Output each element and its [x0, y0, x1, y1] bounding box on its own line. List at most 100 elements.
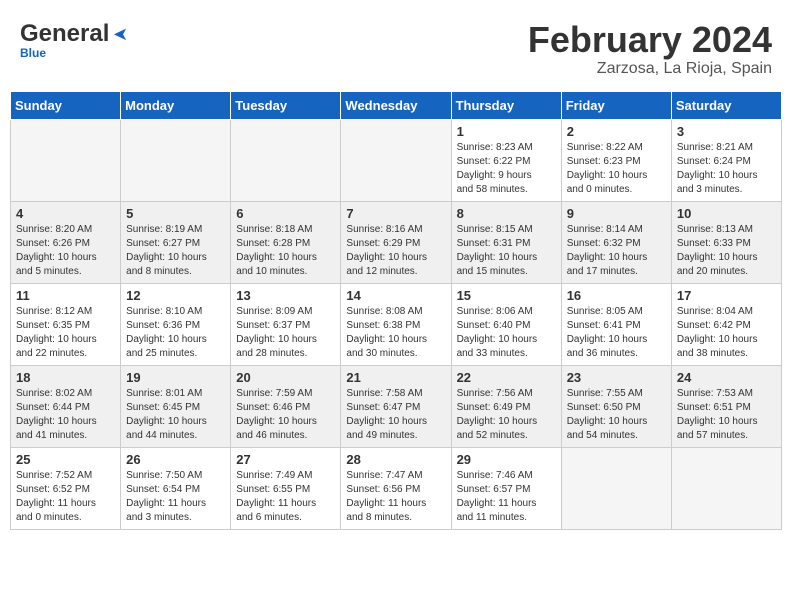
day-number: 21 — [346, 370, 445, 385]
day-number: 6 — [236, 206, 335, 221]
calendar-cell-4-6 — [671, 447, 781, 529]
weekday-header-sunday: Sunday — [11, 91, 121, 119]
day-info: Sunrise: 7:52 AMSunset: 6:52 PMDaylight:… — [16, 469, 115, 525]
day-number: 24 — [677, 370, 776, 385]
day-info: Sunrise: 8:13 AMSunset: 6:33 PMDaylight:… — [677, 223, 776, 279]
calendar-cell-2-5: 16Sunrise: 8:05 AMSunset: 6:41 PMDayligh… — [561, 283, 671, 365]
calendar-cell-1-3: 7 Sunrise: 8:16 AMSunset: 6:29 PMDaylight… — [341, 201, 451, 283]
weekday-header-thursday: Thursday — [451, 91, 561, 119]
day-number: 19 — [126, 370, 225, 385]
calendar-cell-3-6: 24 Sunrise: 7:53 AMSunset: 6:51 PMDayligh… — [671, 365, 781, 447]
calendar-cell-0-4: 1 Sunrise: 8:23 AMSunset: 6:22 PMDaylight… — [451, 119, 561, 201]
day-info: Sunrise: 8:02 AMSunset: 6:44 PMDaylight:… — [16, 387, 115, 443]
calendar-cell-2-3: 14 Sunrise: 8:08 AMSunset: 6:38 PMDayligh… — [341, 283, 451, 365]
day-info: Sunrise: 8:10 AMSunset: 6:36 PMDaylight:… — [126, 305, 225, 361]
day-number: 23 — [567, 370, 666, 385]
calendar-cell-0-1 — [121, 119, 231, 201]
calendar-cell-3-4: 22Sunrise: 7:56 AMSunset: 6:49 PMDayligh… — [451, 365, 561, 447]
calendar-cell-1-4: 8 Sunrise: 8:15 AMSunset: 6:31 PMDaylight… — [451, 201, 561, 283]
calendar-cell-4-3: 28 Sunrise: 7:47 AMSunset: 6:56 PMDayligh… — [341, 447, 451, 529]
calendar-cell-2-2: 13 Sunrise: 8:09 AMSunset: 6:37 PMDayligh… — [231, 283, 341, 365]
calendar-cell-3-0: 18 Sunrise: 8:02 AMSunset: 6:44 PMDayligh… — [11, 365, 121, 447]
calendar-cell-4-2: 27 Sunrise: 7:49 AMSunset: 6:55 PMDayligh… — [231, 447, 341, 529]
calendar-cell-0-6: 3Sunrise: 8:21 AMSunset: 6:24 PMDaylight… — [671, 119, 781, 201]
day-info: Sunrise: 8:20 AMSunset: 6:26 PMDaylight:… — [16, 223, 115, 279]
day-number: 27 — [236, 452, 335, 467]
weekday-header-friday: Friday — [561, 91, 671, 119]
weekday-header-row: SundayMondayTuesdayWednesdayThursdayFrid… — [11, 91, 782, 119]
calendar-cell-4-4: 29Sunrise: 7:46 AMSunset: 6:57 PMDayligh… — [451, 447, 561, 529]
calendar-week-3: 18 Sunrise: 8:02 AMSunset: 6:44 PMDayligh… — [11, 365, 782, 447]
day-info: Sunrise: 8:23 AMSunset: 6:22 PMDaylight:… — [457, 141, 556, 197]
calendar-week-1: 4 Sunrise: 8:20 AMSunset: 6:26 PMDaylight… — [11, 201, 782, 283]
day-number: 16 — [567, 288, 666, 303]
day-info: Sunrise: 7:56 AMSunset: 6:49 PMDaylight:… — [457, 387, 556, 443]
calendar-cell-1-2: 6 Sunrise: 8:18 AMSunset: 6:28 PMDaylight… — [231, 201, 341, 283]
day-number: 10 — [677, 206, 776, 221]
day-number: 15 — [457, 288, 556, 303]
day-info: Sunrise: 8:01 AMSunset: 6:45 PMDaylight:… — [126, 387, 225, 443]
bird-icon: ➤ — [113, 24, 128, 45]
day-info: Sunrise: 8:04 AMSunset: 6:42 PMDaylight:… — [677, 305, 776, 361]
calendar-cell-3-1: 19 Sunrise: 8:01 AMSunset: 6:45 PMDayligh… — [121, 365, 231, 447]
calendar-cell-2-1: 12 Sunrise: 8:10 AMSunset: 6:36 PMDayligh… — [121, 283, 231, 365]
day-number: 7 — [346, 206, 445, 221]
day-number: 4 — [16, 206, 115, 221]
day-number: 18 — [16, 370, 115, 385]
calendar-cell-3-3: 21 Sunrise: 7:58 AMSunset: 6:47 PMDayligh… — [341, 365, 451, 447]
day-number: 26 — [126, 452, 225, 467]
day-info: Sunrise: 7:53 AMSunset: 6:51 PMDaylight:… — [677, 387, 776, 443]
calendar-cell-3-5: 23Sunrise: 7:55 AMSunset: 6:50 PMDayligh… — [561, 365, 671, 447]
weekday-header-tuesday: Tuesday — [231, 91, 341, 119]
calendar-week-4: 25 Sunrise: 7:52 AMSunset: 6:52 PMDayligh… — [11, 447, 782, 529]
day-info: Sunrise: 8:09 AMSunset: 6:37 PMDaylight:… — [236, 305, 335, 361]
calendar-cell-0-2 — [231, 119, 341, 201]
day-info: Sunrise: 7:58 AMSunset: 6:47 PMDaylight:… — [346, 387, 445, 443]
calendar-cell-4-5 — [561, 447, 671, 529]
calendar-cell-1-0: 4 Sunrise: 8:20 AMSunset: 6:26 PMDaylight… — [11, 201, 121, 283]
calendar-week-0: 1 Sunrise: 8:23 AMSunset: 6:22 PMDaylight… — [11, 119, 782, 201]
calendar-cell-2-0: 11Sunrise: 8:12 AMSunset: 6:35 PMDayligh… — [11, 283, 121, 365]
day-info: Sunrise: 8:16 AMSunset: 6:29 PMDaylight:… — [346, 223, 445, 279]
day-number: 14 — [346, 288, 445, 303]
calendar-cell-4-0: 25 Sunrise: 7:52 AMSunset: 6:52 PMDayligh… — [11, 447, 121, 529]
day-number: 11 — [16, 288, 115, 303]
calendar-week-2: 11Sunrise: 8:12 AMSunset: 6:35 PMDayligh… — [11, 283, 782, 365]
calendar-cell-1-6: 10 Sunrise: 8:13 AMSunset: 6:33 PMDayligh… — [671, 201, 781, 283]
calendar-cell-4-1: 26 Sunrise: 7:50 AMSunset: 6:54 PMDayligh… — [121, 447, 231, 529]
day-number: 20 — [236, 370, 335, 385]
day-number: 12 — [126, 288, 225, 303]
day-number: 9 — [567, 206, 666, 221]
day-info: Sunrise: 7:59 AMSunset: 6:46 PMDaylight:… — [236, 387, 335, 443]
day-number: 25 — [16, 452, 115, 467]
logo-general: General — [20, 20, 109, 48]
day-number: 17 — [677, 288, 776, 303]
day-info: Sunrise: 7:47 AMSunset: 6:56 PMDaylight:… — [346, 469, 445, 525]
weekday-header-wednesday: Wednesday — [341, 91, 451, 119]
calendar-cell-2-6: 17 Sunrise: 8:04 AMSunset: 6:42 PMDayligh… — [671, 283, 781, 365]
day-info: Sunrise: 8:18 AMSunset: 6:28 PMDaylight:… — [236, 223, 335, 279]
location: Zarzosa, La Rioja, Spain — [528, 60, 772, 78]
day-number: 1 — [457, 124, 556, 139]
calendar-table: SundayMondayTuesdayWednesdayThursdayFrid… — [10, 91, 782, 530]
logo: General ➤ Blue — [20, 20, 128, 60]
calendar-cell-2-4: 15 Sunrise: 8:06 AMSunset: 6:40 PMDayligh… — [451, 283, 561, 365]
calendar-cell-0-0 — [11, 119, 121, 201]
day-info: Sunrise: 8:06 AMSunset: 6:40 PMDaylight:… — [457, 305, 556, 361]
day-number: 13 — [236, 288, 335, 303]
day-number: 28 — [346, 452, 445, 467]
day-info: Sunrise: 7:50 AMSunset: 6:54 PMDaylight:… — [126, 469, 225, 525]
calendar-cell-1-1: 5Sunrise: 8:19 AMSunset: 6:27 PMDaylight… — [121, 201, 231, 283]
page-header: General ➤ Blue February 2024 Zarzosa, La… — [10, 10, 782, 83]
calendar-cell-0-3 — [341, 119, 451, 201]
day-info: Sunrise: 7:46 AMSunset: 6:57 PMDaylight:… — [457, 469, 556, 525]
day-info: Sunrise: 8:22 AMSunset: 6:23 PMDaylight:… — [567, 141, 666, 197]
day-info: Sunrise: 7:49 AMSunset: 6:55 PMDaylight:… — [236, 469, 335, 525]
weekday-header-saturday: Saturday — [671, 91, 781, 119]
calendar-cell-1-5: 9Sunrise: 8:14 AMSunset: 6:32 PMDaylight… — [561, 201, 671, 283]
day-info: Sunrise: 8:15 AMSunset: 6:31 PMDaylight:… — [457, 223, 556, 279]
month-title: February 2024 — [528, 20, 772, 60]
day-number: 8 — [457, 206, 556, 221]
calendar-cell-3-2: 20 Sunrise: 7:59 AMSunset: 6:46 PMDayligh… — [231, 365, 341, 447]
day-info: Sunrise: 8:08 AMSunset: 6:38 PMDaylight:… — [346, 305, 445, 361]
